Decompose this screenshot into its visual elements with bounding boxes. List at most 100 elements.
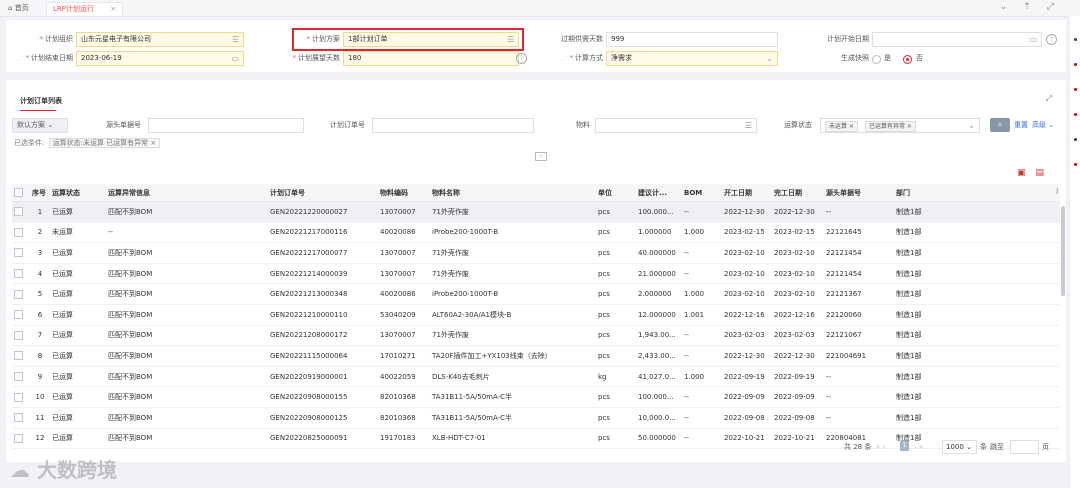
list-icon[interactable]: ☰ xyxy=(745,119,752,132)
table-cell: 2022-12-16 xyxy=(772,304,824,326)
row-checkbox[interactable] xyxy=(12,407,30,429)
row-checkbox[interactable] xyxy=(12,283,30,305)
table-row[interactable]: 8 已运算 匹配不到BOM GEN20221115000064 17010271 TA20… xyxy=(12,345,1060,367)
chevron-down-icon[interactable]: ⌄ xyxy=(968,119,975,132)
col-header[interactable]: 运算状态 xyxy=(50,184,106,202)
col-header[interactable]: 源头单据号 xyxy=(824,184,894,202)
table-cell: 2022-09-09 xyxy=(772,386,824,408)
calendar-icon[interactable]: ▭ xyxy=(231,52,239,65)
col-header[interactable]: BOM xyxy=(682,184,722,202)
calendar-icon[interactable]: ▭ xyxy=(1029,33,1037,46)
row-checkbox[interactable] xyxy=(12,304,30,326)
table-cell: 13070007 xyxy=(378,242,430,264)
prev-page-icon[interactable]: « ‹ xyxy=(876,440,885,454)
plan-end-field[interactable]: 2023-06-19 ▭ xyxy=(76,51,244,66)
close-icon[interactable]: × xyxy=(150,139,156,147)
print-icon[interactable]: ▤ xyxy=(1035,168,1054,178)
col-header[interactable]: 完工日期 xyxy=(772,184,824,202)
reset-button[interactable]: 重置 xyxy=(1014,118,1028,133)
advanced-button[interactable]: 高级 ⌄ xyxy=(1032,118,1054,133)
table-cell: 2023-02-03 xyxy=(772,325,824,347)
collapse-toggle[interactable]: ⌄ xyxy=(535,152,547,161)
table-cell: GEN20220908000155 xyxy=(268,386,378,408)
col-header[interactable]: 建议计... xyxy=(636,184,682,202)
tag-not-run[interactable]: 未运算 × xyxy=(825,121,858,132)
page-size-select[interactable]: 1000 ⌄ xyxy=(942,440,977,454)
current-page[interactable]: 1 xyxy=(900,441,909,451)
order-no-input[interactable] xyxy=(372,118,534,133)
table-row[interactable]: 4 已运算 匹配不到BOM GEN20221214000039 13070007 71外壳… xyxy=(12,263,1060,285)
row-checkbox[interactable] xyxy=(12,263,30,285)
col-header[interactable]: 开工日期 xyxy=(722,184,772,202)
table-row[interactable]: 10 已运算 匹配不到BOM GEN20220908000155 82010368 TA3… xyxy=(12,386,1060,408)
material-input[interactable]: ☰ xyxy=(595,118,757,133)
scheme-select[interactable]: 默认方案 ⌄ xyxy=(12,118,68,133)
condition-tag[interactable]: 运算状态:未运算 已运算有异常 × xyxy=(48,138,161,148)
tag-run-error[interactable]: 已运算有异常 × xyxy=(865,121,916,132)
chevron-down-icon[interactable]: ⌄ xyxy=(766,52,773,65)
tab-lrp-plan-run[interactable]: LRP计划运行 × xyxy=(46,2,124,16)
close-tab-icon[interactable]: × xyxy=(110,5,116,13)
row-checkbox[interactable] xyxy=(12,242,30,264)
overdue-days-field[interactable]: 999 xyxy=(606,32,778,47)
jump-input[interactable] xyxy=(1010,440,1039,454)
help-icon[interactable]: ? xyxy=(516,53,527,64)
horizon-days-field[interactable]: 180 xyxy=(343,51,519,66)
col-header[interactable]: 序号 xyxy=(30,184,50,202)
row-checkbox[interactable] xyxy=(12,386,30,408)
next-page-icon[interactable]: › » xyxy=(914,440,923,454)
plan-start-field[interactable]: ▭ xyxy=(872,32,1042,47)
plan-org-field[interactable]: 山东元星电子有限公司 ☰ xyxy=(76,32,244,47)
table-cell: -- xyxy=(824,201,894,223)
row-checkbox[interactable] xyxy=(12,222,30,244)
status-label: 运算状态 xyxy=(784,121,812,129)
row-checkbox[interactable] xyxy=(12,345,30,367)
column-settings-icon[interactable]: ⫶ xyxy=(940,184,1060,202)
source-doc-input[interactable] xyxy=(148,118,304,133)
expand-icon[interactable]: ⤢ xyxy=(1046,94,1052,104)
table-cell: 2022-09-08 xyxy=(772,407,824,429)
col-header[interactable]: 物料编码 xyxy=(378,184,430,202)
table-cell: 2 xyxy=(30,222,50,244)
col-header[interactable]: 运算异常信息 xyxy=(106,184,268,202)
row-checkbox[interactable] xyxy=(12,201,30,223)
select-all-checkbox[interactable] xyxy=(12,184,30,202)
snapshot-yes-radio[interactable] xyxy=(872,55,881,64)
table-cell: 1,943.00... xyxy=(636,325,682,347)
table-row[interactable]: 1 已运算 匹配不到BOM GEN20221220000027 13070007 71外壳… xyxy=(12,201,1060,223)
table-row[interactable]: 9 已运算 匹配不到BOM GEN20220919000001 40022059 DLS-… xyxy=(12,366,1060,388)
table-cell: 1.000000 xyxy=(636,222,682,244)
calc-method-select[interactable]: 净需求 ⌄ xyxy=(606,51,778,66)
pagination: 共 28 条 « ‹ 1 › » 1000 ⌄ 条 跳至 页 xyxy=(6,440,1066,454)
table-cell: 9 xyxy=(30,366,50,388)
upload-icon[interactable]: ⇡ xyxy=(1023,2,1047,12)
list-icon[interactable]: ☰ xyxy=(232,33,239,46)
plan-scheme-field[interactable]: 1部计划订单 ☰ xyxy=(343,32,519,47)
table-row[interactable]: 7 已运算 匹配不到BOM GEN20221208000172 13070007 71外壳… xyxy=(12,325,1060,347)
col-header[interactable]: 物料名称 xyxy=(430,184,596,202)
table-row[interactable]: 3 已运算 匹配不到BOM GEN20221217000077 13070007 71外壳… xyxy=(12,242,1060,264)
plan-end-value: 2023-06-19 xyxy=(81,54,122,62)
snapshot-no-label: 否 xyxy=(916,54,923,62)
status-select[interactable]: 未运算 × 已运算有异常 × ⌄ xyxy=(820,118,980,133)
tab-home[interactable]: ⌂ 首页 xyxy=(2,2,35,15)
row-checkbox[interactable] xyxy=(12,366,30,388)
row-checkbox[interactable] xyxy=(12,325,30,347)
col-header[interactable]: 部门 xyxy=(894,184,940,202)
help-icon[interactable]: ? xyxy=(1046,34,1057,45)
vertical-scrollbar[interactable] xyxy=(1061,206,1065,296)
table-row[interactable]: 2 未运算 -- GEN20221217000116 40020086 iProbe200… xyxy=(12,222,1060,244)
chevron-down-icon[interactable]: ⌄ xyxy=(1000,2,1024,12)
search-button[interactable]: ⌕ xyxy=(990,118,1010,132)
table-row[interactable]: 5 已运算 匹配不到BOM GEN20221213000348 40020086 iPro… xyxy=(12,283,1060,305)
col-header[interactable]: 计划订单号 xyxy=(268,184,378,202)
fullscreen-icon[interactable]: ⤢ xyxy=(1047,2,1070,12)
list-icon[interactable]: ☰ xyxy=(507,33,514,46)
snapshot-label: 生成快照 xyxy=(841,54,869,62)
col-header[interactable]: 单位 xyxy=(596,184,636,202)
table-row[interactable]: 11 已运算 匹配不到BOM GEN20220908000125 82010368 TA3… xyxy=(12,407,1060,429)
export-icon[interactable]: ▣ xyxy=(1017,168,1036,178)
snapshot-no-radio[interactable] xyxy=(903,55,912,64)
table-row[interactable]: 6 已运算 匹配不到BOM GEN20221210000110 53040209 ALT6… xyxy=(12,304,1060,326)
table-cell: 2.000000 xyxy=(636,283,682,305)
